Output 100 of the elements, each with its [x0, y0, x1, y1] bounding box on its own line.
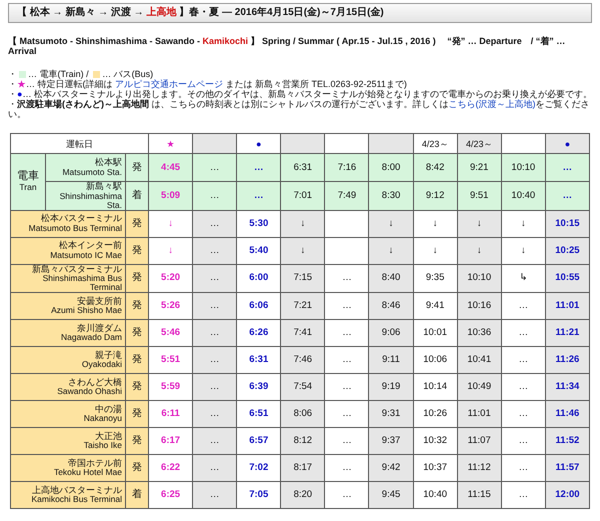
stop-type-cell: 発 [126, 237, 149, 264]
station-cell: 安曇支所前 Azumi Shisho Mae [10, 292, 126, 320]
time-cell: 10:01 [413, 320, 458, 346]
time-cell: 5:51 [148, 346, 193, 374]
time-cell: 10:06 [413, 346, 458, 374]
time-cell: ↓ [368, 237, 414, 264]
time-cell: 10:32 [413, 428, 458, 454]
stop-type-cell: 発 [126, 346, 149, 374]
time-cell: 6:39 [236, 374, 281, 400]
time-cell: 11:46 [545, 400, 590, 428]
time-cell: 5:30 [236, 210, 281, 237]
station-cell: 上高地バスターミナル Kamikochi Bus Terminal [10, 482, 126, 508]
time-cell: ↳ [501, 264, 546, 292]
header-cell: ★ [148, 134, 193, 154]
time-cell: … [192, 482, 237, 508]
time-cell: 8:40 [368, 264, 414, 292]
time-cell: 9:21 [457, 154, 502, 182]
time-cell: 7:16 [324, 154, 369, 182]
note-text: ・ … 電車(Train) / … バス(Bus) [8, 69, 154, 79]
stop-type-cell: 発 [126, 210, 149, 237]
time-cell: 10:26 [413, 400, 458, 428]
time-cell: 6:31 [280, 154, 325, 182]
time-cell: ↓ [457, 210, 502, 237]
page-title: 【 松本 → 新島々 → 沢渡 → 上高地 】春・夏 ― 2016年4月15日(金)～7月15日(金) [17, 7, 384, 18]
time-cell: … [501, 320, 546, 346]
time-cell: 5:20 [148, 264, 193, 292]
time-cell: 7:02 [236, 454, 281, 482]
time-cell: 9:11 [368, 346, 414, 374]
time-cell: 9:41 [413, 292, 458, 320]
time-cell: … [324, 454, 369, 482]
time-cell: ↓ [413, 210, 458, 237]
legend-symbol: ● [17, 89, 22, 99]
time-cell: 11:07 [457, 428, 502, 454]
header-cell: ● [236, 134, 281, 154]
time-cell: 6:17 [148, 428, 193, 454]
time-cell: 12:00 [545, 482, 590, 508]
time-cell: 7:05 [236, 482, 281, 508]
time-cell: 9:35 [413, 264, 458, 292]
time-cell: 6:26 [236, 320, 281, 346]
time-cell: 11:21 [545, 320, 590, 346]
time-cell: 6:51 [236, 400, 281, 428]
time-cell: 10:40 [413, 482, 458, 508]
time-cell: 5:09 [148, 182, 193, 210]
time-cell: 11:57 [545, 454, 590, 482]
note-text: ・沢渡駐車場(さわんど)～上高地間 は、こちらの時刻表とは別にシャトルバスの運行がございます。詳しくはこちら(沢渡～上高地)をご覧ください。 [8, 99, 591, 119]
time-cell: 6:06 [236, 292, 281, 320]
time-cell: ↓ [280, 210, 325, 237]
time-cell: 10:40 [501, 182, 546, 210]
time-cell: 5:40 [236, 237, 281, 264]
time-cell: … [501, 482, 546, 508]
time-cell: 6:57 [236, 428, 281, 454]
link[interactable]: こちら(沢渡～上高地) [448, 99, 536, 109]
time-cell: … [192, 346, 237, 374]
time-cell: … [324, 374, 369, 400]
station-cell: 新島々バスターミナル Shinshimashima Bus Terminal [10, 264, 126, 292]
station-cell: 奈川渡ダム Nagawado Dam [10, 320, 126, 346]
stop-type-cell: 着 [126, 182, 149, 210]
header-cell: 運転日 [10, 134, 149, 154]
group-cell: 電車 Tran [10, 154, 46, 210]
time-cell: 11:52 [545, 428, 590, 454]
time-cell: 10:25 [545, 237, 590, 264]
stop-type-cell: 着 [126, 482, 149, 508]
time-cell: … [192, 264, 237, 292]
header-cell: 4/23～ [457, 134, 502, 154]
time-cell: 5:59 [148, 374, 193, 400]
time-cell: 8:46 [368, 292, 414, 320]
time-cell: ↓ [413, 237, 458, 264]
time-cell: 10:41 [457, 346, 502, 374]
link[interactable]: アルピコ交通ホームページ [115, 79, 223, 89]
time-cell: … [501, 292, 546, 320]
legend-symbol: ★ [17, 79, 26, 89]
time-cell: ↓ [501, 210, 546, 237]
time-cell: … [501, 374, 546, 400]
time-cell: 9:42 [368, 454, 414, 482]
time-cell: … [236, 154, 281, 182]
time-cell: 8:17 [280, 454, 325, 482]
time-cell: 11:12 [457, 454, 502, 482]
time-cell: 8:00 [368, 154, 414, 182]
time-cell: 7:41 [280, 320, 325, 346]
time-cell: 11:01 [457, 400, 502, 428]
time-cell: 9:06 [368, 320, 414, 346]
stop-type-cell: 発 [126, 154, 149, 182]
time-cell: … [192, 400, 237, 428]
time-cell: 8:42 [413, 154, 458, 182]
time-cell: 8:20 [280, 482, 325, 508]
stop-type-cell: 発 [126, 292, 149, 320]
time-cell: … [192, 374, 237, 400]
time-cell: 7:54 [280, 374, 325, 400]
time-cell: 7:46 [280, 346, 325, 374]
station-cell: 松本駅 Matsumoto Sta. [46, 154, 126, 182]
time-cell: 5:26 [148, 292, 193, 320]
time-cell: 8:06 [280, 400, 325, 428]
time-cell: 6:00 [236, 264, 281, 292]
stop-type-cell: 発 [126, 264, 149, 292]
time-cell: … [192, 182, 237, 210]
time-cell: … [501, 454, 546, 482]
stop-type-cell: 発 [126, 400, 149, 428]
station-cell: 親子滝 Oyakodaki [10, 346, 126, 374]
route-subtitle: 【 Matsumoto - Shinshimashima - Sawando - Kamikochi 】 Spring / Summar ( Apr.15 - Jul.15 , 2016 ) “発” … Departure / “着” … Arrival [8, 36, 566, 56]
time-cell: … [192, 154, 237, 182]
